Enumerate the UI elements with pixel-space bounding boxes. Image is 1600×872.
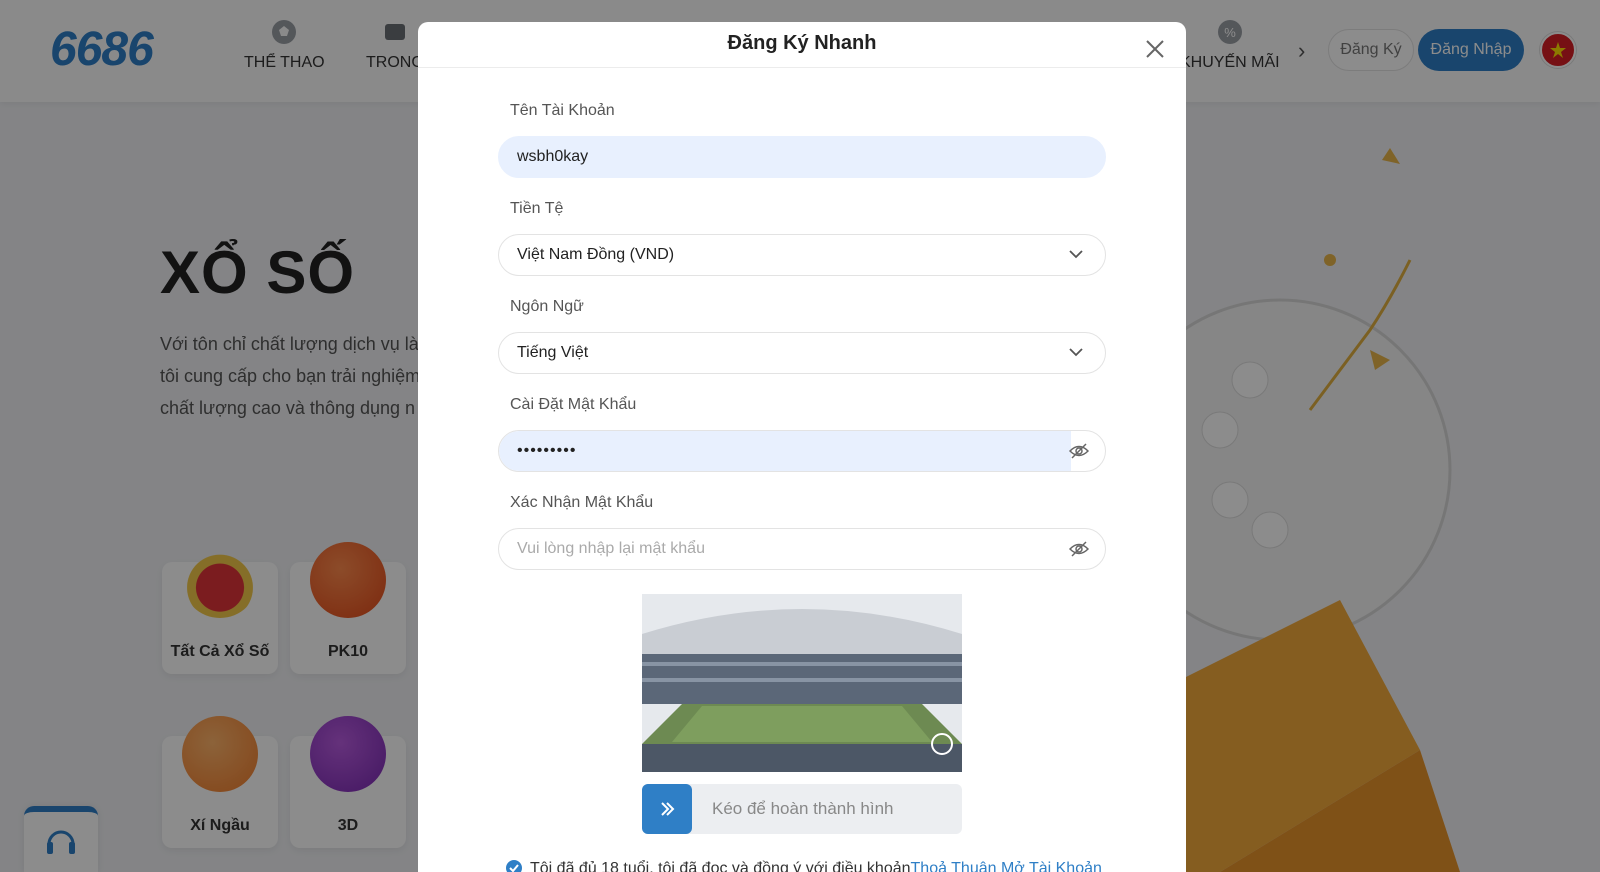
terms-link[interactable]: Thoả Thuận Mở Tài Khoản	[911, 860, 1102, 872]
terms-agreement: Tôi đã đủ 18 tuổi, tôi đã đọc và đồng ý …	[506, 860, 1102, 872]
double-chevron-right-icon	[661, 802, 675, 816]
confirm-password-input[interactable]: Vui lòng nhập lại mật khẩu	[498, 528, 1106, 570]
register-modal: Đăng Ký Nhanh Tên Tài Khoản wsbh0kay Tiề…	[418, 22, 1186, 872]
confirm-password-label: Xác Nhận Mật Khẩu	[510, 494, 654, 511]
modal-title: Đăng Ký Nhanh	[727, 32, 877, 54]
password-value: •••••••••	[499, 431, 1071, 471]
currency-select[interactable]: Việt Nam Đồng (VND)	[498, 234, 1106, 276]
language-value: Tiếng Việt	[517, 344, 589, 361]
chevron-down-icon	[1069, 250, 1083, 259]
close-icon[interactable]	[1144, 38, 1166, 60]
username-value: wsbh0kay	[517, 148, 589, 165]
chevron-down-icon	[1069, 348, 1083, 357]
username-input[interactable]: wsbh0kay	[498, 136, 1106, 178]
language-select[interactable]: Tiếng Việt	[498, 332, 1106, 374]
currency-value: Việt Nam Đồng (VND)	[517, 246, 675, 263]
currency-label: Tiền Tệ	[510, 200, 564, 217]
terms-text: Tôi đã đủ 18 tuổi, tôi đã đọc và đồng ý …	[530, 860, 911, 872]
password-input[interactable]: •••••••••	[498, 430, 1106, 472]
terms-checkbox[interactable]	[506, 860, 522, 872]
captcha-puzzle-image	[642, 594, 962, 772]
confirm-password-placeholder: Vui lòng nhập lại mật khẩu	[517, 540, 705, 557]
captcha-slider-handle[interactable]	[642, 784, 692, 834]
username-label: Tên Tài Khoản	[510, 102, 615, 119]
modal-header: Đăng Ký Nhanh	[418, 22, 1186, 68]
password-label: Cài Đặt Mật Khẩu	[510, 396, 637, 413]
captcha-slider-track[interactable]: Kéo để hoàn thành hình	[642, 784, 962, 834]
language-label: Ngôn Ngữ	[510, 298, 584, 315]
eye-slash-icon[interactable]	[1069, 442, 1089, 460]
captcha-slider-text: Kéo để hoàn thành hình	[712, 799, 894, 818]
eye-slash-icon[interactable]	[1069, 540, 1089, 558]
